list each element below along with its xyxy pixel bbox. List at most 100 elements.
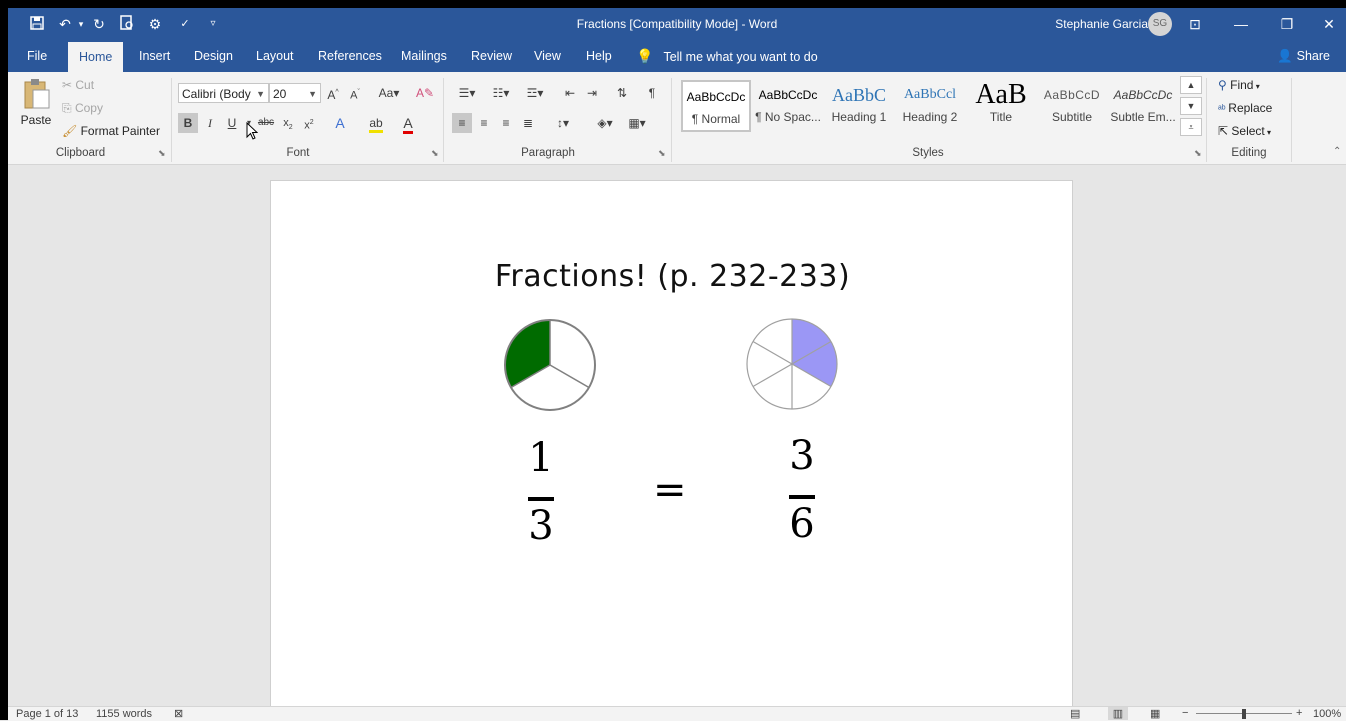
subscript-button[interactable]: x2 (278, 113, 298, 133)
lightbulb-icon: 💡 (636, 48, 654, 64)
style-heading-2[interactable]: AaBbCcl Heading 2 (895, 80, 965, 132)
ribbon: Paste ✂ Cut ⎘ Copy 🖌 Format Painter Clip… (8, 72, 1346, 165)
font-launcher-icon[interactable]: ⬊ (431, 148, 439, 159)
tab-design[interactable]: Design (183, 40, 244, 72)
tab-references[interactable]: References (307, 40, 393, 72)
multilevel-list-icon[interactable]: ☲▾ (520, 83, 550, 103)
styles-scroll-down-icon[interactable]: ▼ (1180, 97, 1202, 115)
align-right-icon[interactable]: ≡ (496, 113, 516, 133)
pilcrow-icon[interactable]: ¶ (642, 83, 662, 103)
sort-icon[interactable]: ⇅ (612, 83, 632, 103)
collapse-ribbon-icon[interactable]: ⌃ (1333, 146, 1341, 157)
document-page[interactable]: Fractions! (p. 232-233) 1 3 = 3 6 (270, 180, 1073, 720)
line-spacing-icon[interactable]: ↕▾ (548, 113, 578, 133)
tell-me-search[interactable]: 💡 Tell me what you want to do (636, 40, 818, 72)
clear-formatting-icon[interactable]: A✎ (415, 83, 435, 103)
find-button[interactable]: ⚲ Find ▾ (1218, 78, 1260, 92)
pie-three-sixths (746, 318, 838, 410)
style-normal[interactable]: AaBbCcDc ¶ Normal (681, 80, 751, 132)
text-effects-icon[interactable]: A (330, 113, 350, 133)
format-painter-button[interactable]: 🖌 Format Painter (62, 124, 160, 138)
word-count[interactable]: 1155 words (96, 708, 152, 720)
grow-font-icon[interactable]: A^ (323, 83, 343, 103)
restore-button[interactable]: ❐ (1264, 8, 1310, 40)
tab-home[interactable]: Home (68, 42, 124, 72)
styles-more-icon[interactable]: ⩡ (1180, 118, 1202, 136)
clipboard-launcher-icon[interactable]: ⬊ (158, 148, 166, 159)
close-button[interactable]: ✕ (1306, 8, 1346, 40)
share-button[interactable]: 👤 Share (1277, 40, 1330, 72)
zoom-out-icon[interactable]: − (1182, 707, 1188, 719)
tab-review[interactable]: Review (460, 40, 523, 72)
numbering-icon[interactable]: ☷▾ (486, 83, 516, 103)
select-button[interactable]: ⇱ Select ▾ (1218, 124, 1271, 138)
style-name: Heading 2 (902, 110, 958, 124)
user-name[interactable]: Stephanie Garcia (1055, 17, 1148, 31)
shading-icon[interactable]: ◈▾ (590, 113, 620, 133)
tab-file[interactable]: File (16, 40, 58, 72)
paste-button[interactable]: Paste (18, 78, 54, 138)
style-name: ¶ Normal (691, 112, 741, 126)
minimize-button[interactable]: — (1218, 8, 1264, 40)
read-mode-icon[interactable]: ▤ (1070, 707, 1080, 720)
ribbon-display-options-icon[interactable]: ⊡ (1172, 8, 1218, 40)
align-left-icon[interactable]: ≡ (452, 113, 472, 133)
font-family-combo[interactable]: Calibri (Body ▼ (178, 83, 269, 103)
borders-icon[interactable]: ▦▾ (622, 113, 652, 133)
justify-icon[interactable]: ≣ (518, 113, 538, 133)
tab-insert[interactable]: Insert (128, 40, 181, 72)
strikethrough-button[interactable]: abc (256, 113, 276, 133)
replace-button[interactable]: ᵃᵇ Replace (1218, 101, 1272, 115)
highlight-icon[interactable]: ab (366, 113, 386, 133)
decrease-indent-icon[interactable]: ⇤ (560, 83, 580, 103)
change-case-icon[interactable]: Aa▾ (375, 83, 403, 103)
shrink-font-icon[interactable]: Aˇ (345, 83, 365, 103)
style-heading-1[interactable]: AaBbC Heading 1 (824, 80, 894, 132)
zoom-slider-thumb[interactable] (1242, 709, 1246, 719)
zoom-level[interactable]: 100% (1313, 708, 1341, 720)
style-subtitle[interactable]: AaBbCcD Subtitle (1037, 80, 1107, 132)
cut-button[interactable]: ✂ Cut (62, 78, 94, 92)
increase-indent-icon[interactable]: ⇥ (582, 83, 602, 103)
zoom-in-icon[interactable]: + (1296, 707, 1302, 719)
style-no-spacing[interactable]: AaBbCcDc ¶ No Spac... (753, 80, 823, 132)
tab-help[interactable]: Help (575, 40, 623, 72)
styles-group-label: Styles (912, 147, 944, 159)
proofing-icon[interactable]: ⊠ (174, 707, 183, 720)
style-subtle-emphasis[interactable]: AaBbCcDc Subtle Em... (1108, 80, 1178, 132)
status-bar: Page 1 of 13 1155 words ⊠ ▤ ▥ ▦ − + 100% (8, 706, 1346, 721)
chevron-down-icon: ▾ (1264, 128, 1271, 137)
style-title[interactable]: AaB Title (966, 80, 1036, 132)
web-layout-icon[interactable]: ▦ (1150, 707, 1160, 720)
copy-button[interactable]: ⎘ Copy (62, 101, 103, 116)
align-center-icon[interactable]: ≡ (474, 113, 494, 133)
cut-label: Cut (75, 78, 95, 92)
editing-group-label: Editing (1231, 147, 1267, 159)
window-frame-top (0, 0, 1346, 8)
paste-label: Paste (20, 113, 52, 127)
styles-scroll-up-icon[interactable]: ▲ (1180, 76, 1202, 94)
paragraph-launcher-icon[interactable]: ⬊ (658, 148, 666, 159)
title-bar: ↶ ▾ ↻ ⚙ ✓ ▿ Fractions [Compatibility Mod… (8, 8, 1346, 40)
font-color-icon[interactable]: A (398, 113, 418, 134)
tab-layout[interactable]: Layout (245, 40, 305, 72)
chevron-down-icon: ▾ (1253, 82, 1260, 91)
bullets-icon[interactable]: ☰▾ (452, 83, 482, 103)
bold-button[interactable]: B (178, 113, 198, 133)
tab-view[interactable]: View (523, 40, 572, 72)
paintbrush-icon: 🖌 (62, 124, 81, 138)
pie-one-third (504, 319, 596, 411)
font-size-combo[interactable]: 20 ▼ (269, 83, 321, 103)
denominator: 3 (528, 503, 554, 549)
document-heading: Fractions! (p. 232-233) (494, 259, 851, 294)
style-name: Title (989, 110, 1013, 124)
numerator: 3 (789, 433, 815, 479)
styles-launcher-icon[interactable]: ⬊ (1194, 148, 1202, 159)
style-name: Subtitle (1051, 110, 1093, 124)
superscript-button[interactable]: x2 (299, 113, 319, 133)
tab-mailings[interactable]: Mailings (390, 40, 458, 72)
print-layout-icon[interactable]: ▥ (1108, 707, 1128, 720)
page-count[interactable]: Page 1 of 13 (16, 708, 78, 720)
avatar[interactable]: SG (1148, 12, 1172, 36)
italic-button[interactable]: I (200, 113, 220, 133)
